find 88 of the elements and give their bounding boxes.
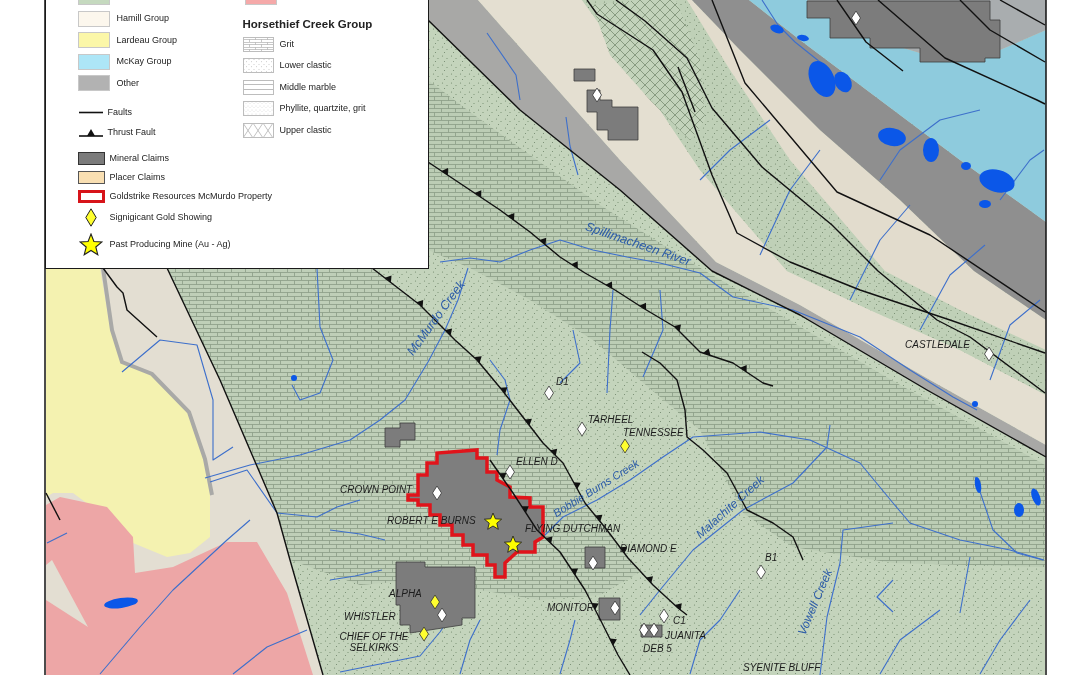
legend-label: Upper clastic (279, 124, 332, 136)
lake-shape (979, 169, 1015, 193)
place-label: CHIEF OF THE SELKIRKS (338, 631, 410, 653)
claim-block (586, 89, 639, 141)
diamond-icon (437, 607, 447, 623)
stream-line (459, 619, 481, 675)
lake-shape (979, 200, 991, 208)
diamond-icon (577, 421, 587, 437)
stream-line (46, 532, 68, 544)
diamond-icon (85, 207, 97, 227)
place-label: TENNESSEE (623, 427, 684, 438)
speckle-pattern-icon (242, 101, 274, 116)
place-label: CROWN POINT (340, 484, 413, 495)
lake-shape (104, 597, 138, 609)
crosshatch-pattern-icon (242, 122, 274, 138)
legend-label: Hamill Group (116, 13, 169, 24)
lake-shape (961, 162, 971, 170)
lake-shape (878, 127, 906, 147)
line-pattern-icon (242, 79, 274, 95)
claim-block (573, 68, 596, 82)
swatch-icon (77, 151, 105, 165)
diamond-icon (430, 594, 440, 610)
place-label: MONITOR (547, 602, 595, 613)
water-label: Vowell Creek (794, 566, 836, 638)
diamond-icon (756, 564, 766, 580)
diamond-icon (544, 385, 554, 401)
stream-line (565, 116, 579, 176)
diamond-icon (649, 622, 659, 638)
place-label: CASTLEDALE (905, 339, 971, 350)
star-icon (79, 232, 103, 256)
place-label: WHISTLER (344, 611, 396, 622)
line-icon (78, 110, 103, 114)
star-icon (483, 512, 503, 530)
stream-line (329, 569, 383, 581)
dot-pattern-icon (242, 58, 274, 73)
lake-shape (972, 401, 978, 407)
thrust-symbol-icon (78, 127, 103, 137)
lake-shape (291, 375, 297, 381)
lake-shape (770, 24, 784, 34)
legend-label: McKay Group (116, 56, 172, 67)
place-label: ELLEN D (516, 456, 558, 467)
diamond-icon (639, 622, 649, 638)
place-label: TARHEEL (588, 414, 634, 425)
legend-label: Lower clastic (279, 60, 332, 71)
place-label: JUANITA (665, 630, 706, 641)
diamond-icon (659, 608, 669, 624)
place-label: D1 (556, 376, 569, 387)
legend-label: Past Producing Mine (Au - Ag) (109, 238, 231, 250)
legend-label: Other (116, 77, 139, 89)
place-label: B1 (765, 552, 778, 563)
brick-pattern-icon (242, 36, 274, 52)
legend-label: Signigicant Gold Showing (109, 211, 213, 223)
legend-label: Faults (107, 106, 132, 118)
lake-shape (1031, 488, 1041, 506)
diamond-icon (851, 10, 861, 26)
lake-shape (1014, 503, 1024, 517)
star-icon (503, 535, 523, 553)
diamond-icon (505, 464, 515, 480)
diamond-icon (620, 438, 630, 454)
legend-label: Mineral Claims (109, 152, 169, 164)
legend-title: Horsethief Creek Group (242, 17, 373, 31)
lake-shape (974, 477, 982, 493)
diamond-icon (588, 555, 598, 571)
legend-label: Lardeau Group (116, 34, 178, 46)
diamond-icon (592, 87, 602, 103)
diamond-icon (984, 346, 994, 362)
lake-shape (797, 34, 809, 42)
diamond-icon (610, 600, 620, 616)
diamond-icon (432, 485, 442, 501)
stream-line (559, 619, 576, 675)
lake-shape (923, 138, 939, 162)
legend-label: Phyllite, quartzite, grit (279, 103, 366, 114)
diamond-icon (419, 626, 429, 642)
stream-line (999, 149, 1045, 201)
outline-swatch-icon (77, 189, 105, 203)
legend-label: Placer Claims (109, 171, 165, 183)
swatch-icon (77, 170, 105, 184)
place-label: C1 (673, 615, 686, 626)
claim-block (384, 422, 416, 448)
place-label: SYENITE BLUFF (743, 662, 821, 673)
legend-label: Middle marble (279, 81, 337, 93)
legend-label: Grit (279, 38, 294, 50)
stream-line (761, 0, 821, 63)
stream-line (329, 529, 386, 541)
stream-line (486, 32, 521, 101)
place-label: DEB 5 (643, 643, 672, 654)
legend-label: Thrust Fault (107, 126, 156, 138)
legend-label: Goldstrike Resources McMurdo Property (109, 190, 273, 202)
